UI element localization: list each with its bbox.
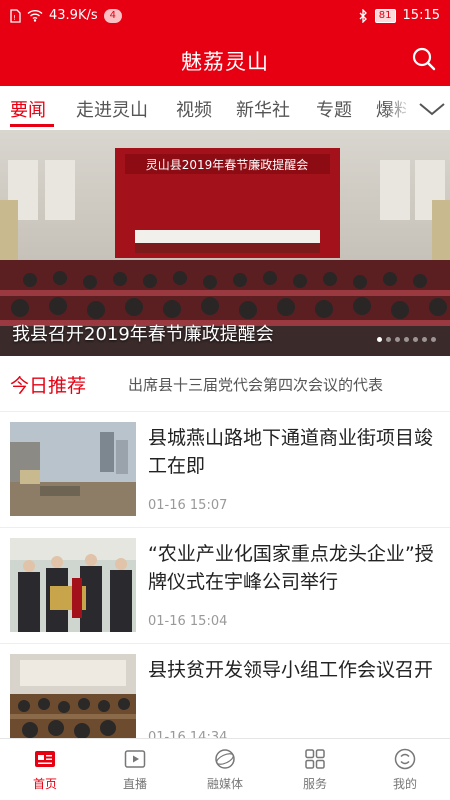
- nav-media[interactable]: 融媒体: [180, 739, 270, 800]
- tab-yaowen[interactable]: 要闻: [10, 96, 46, 122]
- service-icon: [305, 749, 325, 769]
- nav-label: 我的: [392, 777, 417, 791]
- carousel-dot: [386, 337, 391, 342]
- news-title: 县城燕山路地下通道商业街项目竣工在即: [148, 427, 434, 477]
- bottom-navigation: 首页 直播 融媒体 服务 我的: [0, 738, 450, 800]
- carousel-dot: [422, 337, 427, 342]
- news-thumbnail: [10, 654, 136, 748]
- tab-zhuanti[interactable]: 专题: [316, 96, 352, 122]
- svg-text:!: !: [13, 14, 16, 22]
- bluetooth-icon: [359, 8, 368, 23]
- carousel-dot: [377, 337, 382, 342]
- nav-service[interactable]: 服务: [270, 739, 360, 800]
- nav-live[interactable]: 直播: [90, 739, 180, 800]
- notification-count-badge: 4: [103, 8, 122, 23]
- recommend-ticker[interactable]: 出席县十三届党代会第四次会议的代表: [128, 374, 440, 395]
- news-thumbnail: [10, 422, 136, 516]
- nav-label: 融媒体: [206, 777, 243, 791]
- carousel-dot: [395, 337, 400, 342]
- network-speed: 43.9K/s: [49, 8, 98, 23]
- nav-home[interactable]: 首页: [0, 739, 90, 800]
- carousel-dots: [377, 337, 436, 342]
- stage-banner-text: 灵山县2019年春节廉政提醒会: [146, 157, 309, 172]
- channel-tabs: 要闻 走进灵山 视频 新华社 专题 爆料: [0, 86, 450, 130]
- search-button[interactable]: [410, 45, 438, 73]
- search-icon: [412, 47, 436, 71]
- media-icon: [215, 749, 235, 769]
- news-title: 县扶贫开发领导小组工作会议召开: [148, 659, 434, 681]
- carousel-dot: [404, 337, 409, 342]
- chevron-down-icon: [419, 103, 445, 116]
- news-thumbnail: [10, 538, 136, 632]
- nav-label: 首页: [32, 777, 57, 791]
- news-time: 01-16 15:07: [148, 498, 228, 513]
- banner-caption: 我县召开2019年春节廉政提醒会: [12, 324, 274, 345]
- tab-video[interactable]: 视频: [176, 96, 212, 122]
- profile-icon: [394, 748, 416, 770]
- app-header: 魅荔灵山: [0, 32, 450, 86]
- sim-card-icon: !: [10, 8, 21, 23]
- carousel-dot: [413, 337, 418, 342]
- tab-zoujin-lingshan[interactable]: 走进灵山: [76, 96, 148, 122]
- home-icon: [35, 751, 55, 767]
- nav-label: 服务: [302, 777, 327, 791]
- news-title: “农业产业化国家重点龙头企业”授牌仪式在宇峰公司举行: [148, 543, 434, 593]
- more-channels-button[interactable]: [406, 86, 450, 130]
- nav-profile[interactable]: 我的: [360, 739, 450, 800]
- today-recommend-label: 今日推荐: [10, 375, 87, 397]
- news-item[interactable]: “农业产业化国家重点龙头企业”授牌仪式在宇峰公司举行 01-16 15:04: [0, 528, 450, 644]
- headline-carousel[interactable]: 灵山县2019年春节廉政提醒会 我县召开2019年春节廉政提醒会: [0, 130, 450, 356]
- tab-xinhuashe[interactable]: 新华社: [236, 96, 290, 122]
- wifi-icon: [27, 9, 43, 22]
- news-item[interactable]: 县城燕山路地下通道商业街项目竣工在即 01-16 15:07: [0, 412, 450, 528]
- status-bar: ! 43.9K/s 4 81 15:15: [0, 0, 450, 32]
- carousel-dot: [431, 337, 436, 342]
- news-time: 01-16 15:04: [148, 614, 228, 629]
- live-icon: [124, 750, 146, 768]
- app-title: 魅荔灵山: [181, 50, 269, 74]
- active-tab-indicator: [10, 124, 54, 127]
- today-recommend-bar: 今日推荐 出席县十三届党代会第四次会议的代表: [0, 356, 450, 412]
- battery-level: 81: [374, 8, 396, 23]
- clock: 15:15: [402, 8, 440, 23]
- nav-label: 直播: [122, 777, 147, 791]
